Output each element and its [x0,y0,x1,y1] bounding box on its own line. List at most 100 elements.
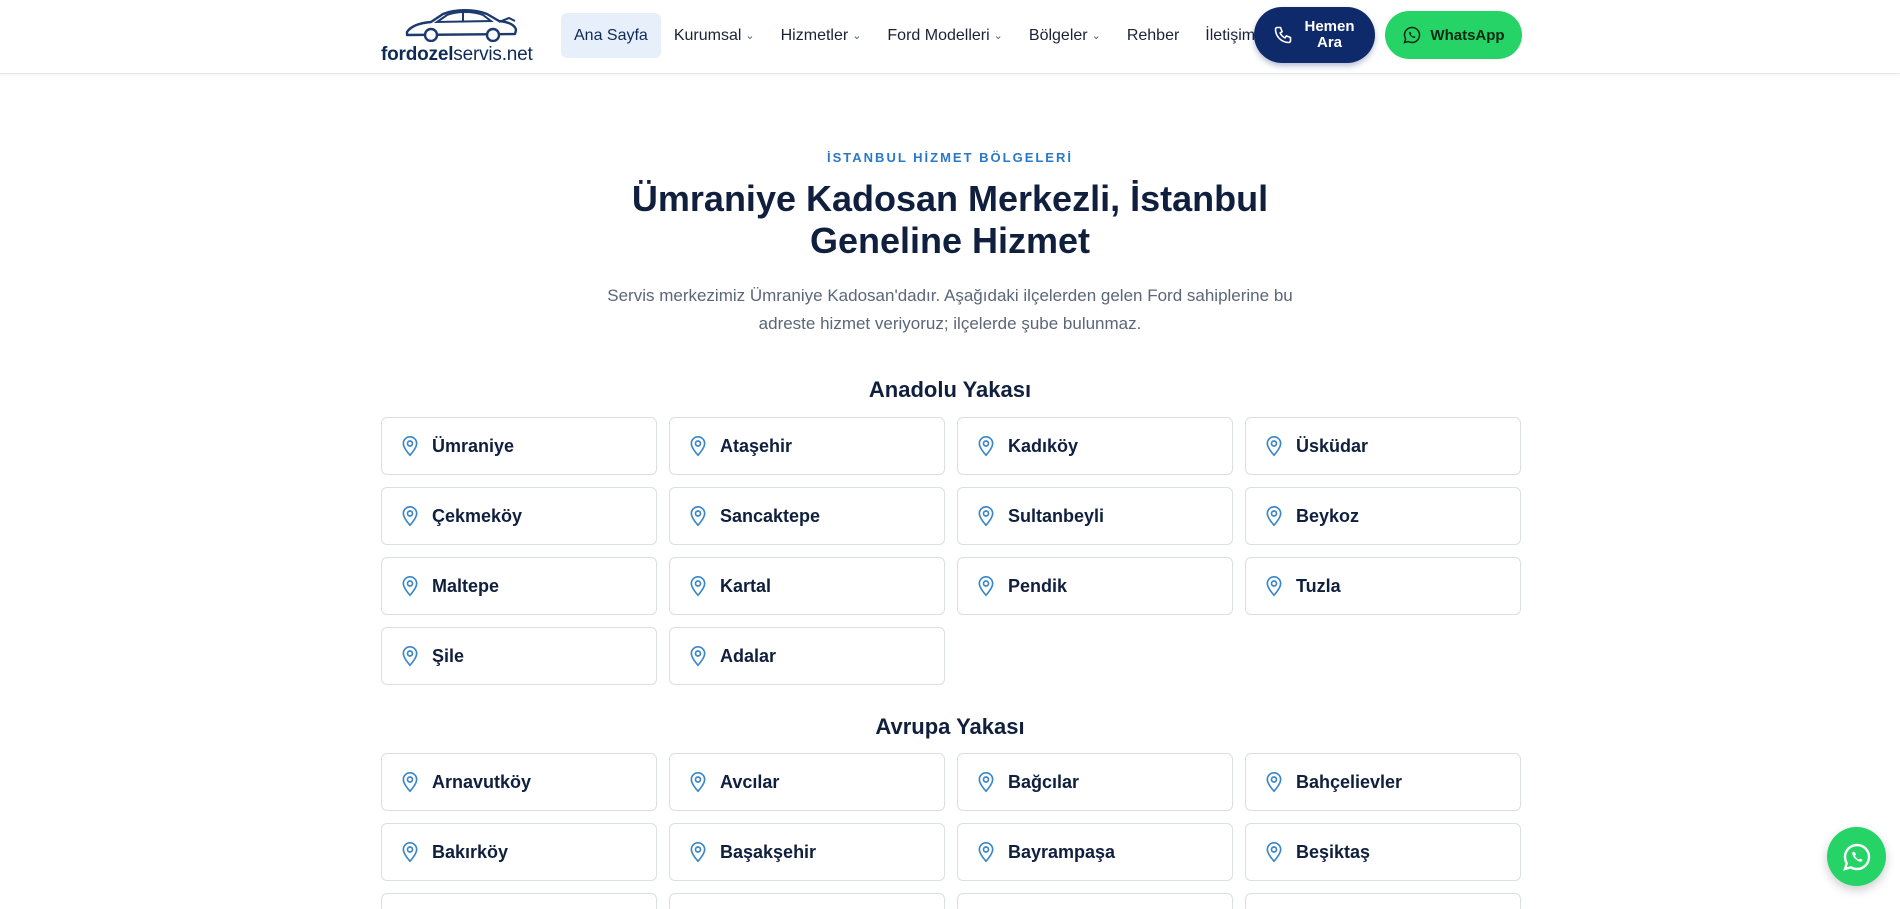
district-name: Şile [432,645,465,666]
nav-item-ana-sayfa[interactable]: Ana Sayfa [561,13,661,58]
floating-whatsapp-button[interactable] [1827,827,1886,886]
map-pin-icon [688,645,708,667]
district-name: Kartal [720,575,772,596]
chevron-down-icon: ⌄ [1091,30,1101,42]
district-name: Beykoz [1296,505,1360,526]
district-name: Başakşehir [720,841,817,862]
map-pin-icon [976,505,996,527]
site-header: fordozelservis.net Ana Sayfa Kurumsal ⌄ H… [0,0,1900,74]
district-grid-anadolu: Ümraniye Ataşehir Kadıköy Üsküdar Çekmeköy Sa… [381,417,1522,685]
chevron-down-icon: ⌄ [993,30,1003,42]
map-pin-icon [976,771,996,793]
whatsapp-button[interactable]: WhatsApp [1385,11,1522,59]
map-pin-icon [400,575,420,597]
site-logo[interactable]: fordozelservis.net [381,8,541,66]
whatsapp-label: WhatsApp [1430,26,1505,44]
map-pin-icon [688,841,708,863]
district-name: Bağcılar [1008,771,1080,792]
district-name: Kadıköy [1008,435,1079,456]
map-pin-icon [688,505,708,527]
district-name: Ümraniye [432,435,515,456]
logo-text: fordozelservis.net [381,44,533,65]
page-title: Ümraniye Kadosan Merkezli, İstanbul Gene… [631,178,1269,261]
map-pin-icon [688,575,708,597]
district-card[interactable]: Arnavutköy [381,753,657,811]
map-pin-icon [976,575,996,597]
nav-item-hizmetler[interactable]: Hizmetler ⌄ [768,13,875,58]
district-card[interactable]: Maltepe [381,557,657,615]
district-card[interactable] [1245,893,1521,909]
district-name: Üsküdar [1296,435,1369,456]
district-card[interactable] [381,893,657,909]
district-card[interactable]: Çekmeköy [381,487,657,545]
district-card[interactable]: Ataşehir [669,417,945,475]
section-eyebrow: İSTANBUL HİZMET BÖLGELERİ [827,150,1073,165]
chevron-down-icon: ⌄ [852,30,862,42]
chevron-down-icon: ⌄ [745,30,755,42]
district-card[interactable]: Ümraniye [381,417,657,475]
district-name: Bakırköy [432,841,509,862]
district-card[interactable]: Beykoz [1245,487,1521,545]
district-name: Maltepe [432,575,500,596]
nav-item-ford-modelleri[interactable]: Ford Modelleri ⌄ [874,13,1015,58]
district-card[interactable] [669,893,945,909]
district-name: Sultanbeyli [1008,505,1105,526]
district-card[interactable] [957,893,1233,909]
map-pin-icon [976,435,996,457]
map-pin-icon [688,435,708,457]
district-name: Adalar [720,645,777,666]
call-now-button[interactable]: Hemen Ara [1254,7,1375,63]
car-icon [405,9,518,42]
map-pin-icon [400,771,420,793]
district-card[interactable]: Pendik [957,557,1233,615]
map-pin-icon [688,771,708,793]
whatsapp-icon [1842,843,1870,871]
district-name: Tuzla [1296,575,1341,596]
district-card[interactable]: Sancaktepe [669,487,945,545]
map-pin-icon [400,645,420,667]
district-card[interactable]: Sultanbeyli [957,487,1233,545]
page-subtitle: Servis merkezimiz Ümraniye Kadosan'dadır… [607,286,1293,333]
district-card[interactable]: Bayrampaşa [957,823,1233,881]
district-card[interactable]: Bakırköy [381,823,657,881]
main-nav: Ana Sayfa Kurumsal ⌄ Hizmetler ⌄ Ford Mode… [561,13,1268,58]
district-name: Pendik [1008,575,1068,596]
map-pin-icon [400,435,420,457]
map-pin-icon [400,505,420,527]
district-card[interactable]: Kartal [669,557,945,615]
whatsapp-icon [1403,26,1421,44]
district-card[interactable]: Şile [381,627,657,685]
phone-icon [1274,26,1291,44]
district-name: Ataşehir [720,435,793,456]
district-card[interactable]: Başakşehir [669,823,945,881]
district-name: Bayrampaşa [1008,841,1116,862]
district-name: Bahçelievler [1296,771,1403,792]
section-title-avrupa: Avrupa Yakası [875,714,1025,739]
district-card[interactable]: Üsküdar [1245,417,1521,475]
district-name: Sancaktepe [720,505,821,526]
district-card[interactable]: Tuzla [1245,557,1521,615]
map-pin-icon [400,841,420,863]
nav-item-rehber[interactable]: Rehber [1114,13,1192,58]
district-name: Avcılar [720,771,780,792]
map-pin-icon [1264,435,1284,457]
district-name: Beşiktaş [1296,841,1371,862]
call-now-label: Hemen Ara [1304,18,1355,51]
map-pin-icon [1264,771,1284,793]
district-card[interactable]: Bahçelievler [1245,753,1521,811]
district-grid-avrupa: Arnavutköy Avcılar Bağcılar Bahçelievler Bak… [381,753,1522,909]
district-name: Arnavutköy [432,771,532,792]
district-card[interactable]: Beşiktaş [1245,823,1521,881]
district-card[interactable]: Kadıköy [957,417,1233,475]
section-title-anadolu: Anadolu Yakası [868,377,1032,402]
nav-item-kurumsal[interactable]: Kurumsal ⌄ [661,13,768,58]
district-card[interactable]: Adalar [669,627,945,685]
map-pin-icon [1264,575,1284,597]
nav-item-bolgeler[interactable]: Bölgeler ⌄ [1016,13,1114,58]
district-name: Çekmeköy [432,505,523,526]
district-card[interactable]: Bağcılar [957,753,1233,811]
district-card[interactable]: Avcılar [669,753,945,811]
map-pin-icon [1264,841,1284,863]
map-pin-icon [1264,505,1284,527]
map-pin-icon [976,841,996,863]
